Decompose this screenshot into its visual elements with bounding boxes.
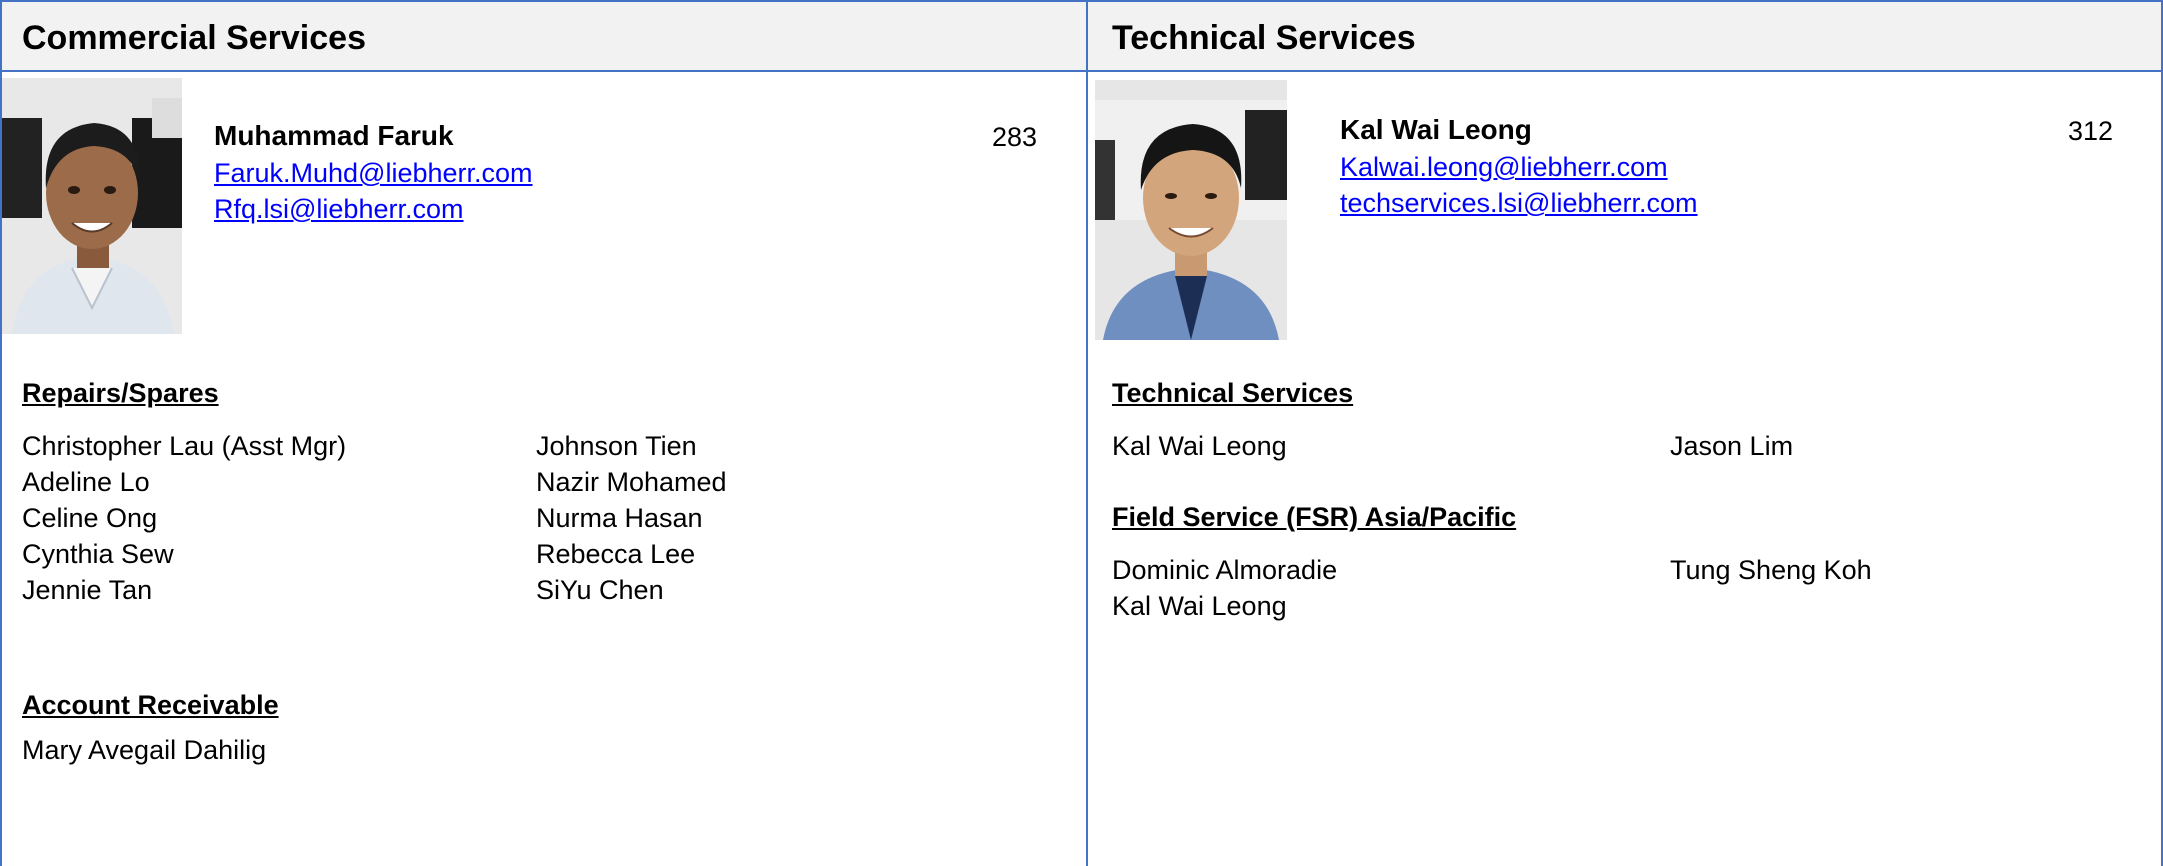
staff-list-column-2: Johnson Tien Nazir Mohamed Nurma Hasan R…	[536, 428, 727, 608]
commercial-services-panel: Commercial Services Muhammad Faruk 283 F…	[0, 0, 1088, 866]
manager-extension: 283	[992, 122, 1038, 152]
staff-list-column-2: Jason Lim	[1670, 428, 1793, 464]
staff-member: Tung Sheng Koh	[1670, 555, 1872, 585]
staff-member: Johnson Tien	[536, 431, 697, 461]
section-title-repairs-spares: Repairs/Spares	[22, 378, 219, 408]
staff-list-column-2: Tung Sheng Koh	[1670, 552, 1872, 588]
technical-services-panel: Technical Services Kal Wai Leong 312 Kal…	[1088, 0, 2163, 866]
manager-photo	[2, 78, 182, 334]
section-title-technical-services: Technical Services	[1112, 378, 1354, 408]
section-title-account-receivable: Account Receivable	[22, 690, 279, 720]
department-email-link[interactable]: Rfq.lsi@liebherr.com	[214, 194, 464, 225]
staff-member: Celine Ong	[22, 503, 158, 533]
panel-header: Commercial Services	[2, 0, 1086, 72]
staff-member: Christopher Lau (Asst Mgr)	[22, 431, 347, 461]
department-email-link[interactable]: techservices.lsi@liebherr.com	[1340, 188, 1698, 219]
staff-member: SiYu Chen	[536, 575, 664, 605]
manager-name: Kal Wai Leong	[1340, 114, 1532, 145]
section-title-field-service: Field Service (FSR) Asia/Pacific	[1112, 502, 1517, 532]
staff-member: Mary Avegail Dahilig	[22, 735, 267, 765]
staff-list-column-1: Mary Avegail Dahilig	[22, 732, 266, 768]
manager-email-link[interactable]: Kalwai.leong@liebherr.com	[1340, 152, 1668, 183]
manager-extension: 312	[2068, 116, 2114, 146]
staff-member: Jennie Tan	[22, 575, 153, 605]
staff-member: Nazir Mohamed	[536, 467, 727, 497]
panel-header: Technical Services	[1088, 0, 2161, 72]
manager-photo	[1095, 80, 1287, 340]
staff-member: Adeline Lo	[22, 467, 150, 497]
staff-member: Nurma Hasan	[536, 503, 703, 533]
staff-member: Jason Lim	[1670, 431, 1794, 461]
staff-list-column-1: Christopher Lau (Asst Mgr) Adeline Lo Ce…	[22, 428, 346, 608]
staff-member: Kal Wai Leong	[1112, 431, 1287, 461]
staff-list-column-1: Dominic Almoradie Kal Wai Leong	[1112, 552, 1337, 624]
staff-member: Dominic Almoradie	[1112, 555, 1338, 585]
staff-list-column-1: Kal Wai Leong	[1112, 428, 1287, 464]
staff-member: Rebecca Lee	[536, 539, 696, 569]
manager-name: Muhammad Faruk	[214, 120, 454, 151]
manager-email-link[interactable]: Faruk.Muhd@liebherr.com	[214, 158, 533, 189]
staff-member: Kal Wai Leong	[1112, 591, 1287, 621]
staff-member: Cynthia Sew	[22, 539, 174, 569]
